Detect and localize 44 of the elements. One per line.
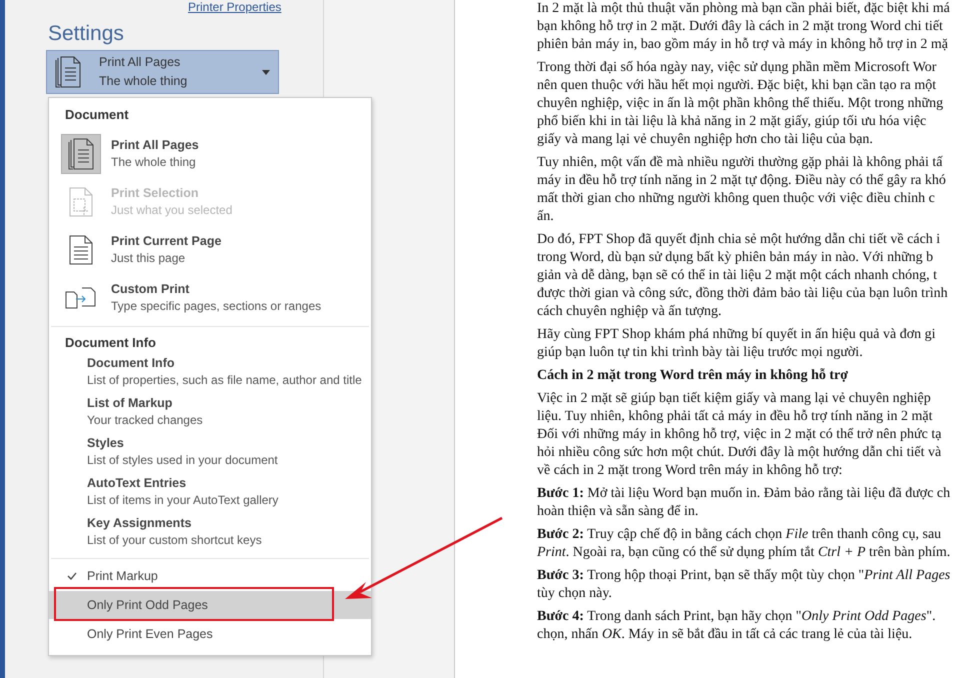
item-title[interactable]: List of Markup [87,395,371,412]
selection-page-icon [69,187,93,217]
paragraph: Trong thời đại số hóa ngày nay, việc sử dụng phần mềm Microsoft Wor nên quen thuộc với hầu hết mọi người. Đặc biệt, khi bạn cần tạo ra một chuyên nghiệp, việc in ấn là một phần không thể thiếu. Một trong những phổ biến khi in tài liệu là khả năng in 2 mặt giấy, giúp tối ưu hóa việc giấy và mang lại vẻ chuyên nghiệp hơn cho tài liệu của bạn. [537,59,944,149]
paragraph: Tuy nhiên, một vấn đề mà nhiều người thường gặp phải là không phải tấ máy in đều hỗ trợ tính năng in 2 mặt tự động. Điều này có thể gây ra khó mất thời gian cho những người không quen thuộc với việc điều chỉnh c ấn. [537,154,947,226]
item-description: List of styles used in your document [87,452,279,469]
item-description: Your tracked changes [87,412,204,429]
paragraph: Việc in 2 mặt sẽ giúp bạn tiết kiệm giấy và mang lại vẻ chuyên nghiệp liệu. Tuy nhiên, không phải tất cả máy in đều hỗ trợ tính năng in 2 mặt Đối với những máy in không hỗ trợ, việc in 2 mặt có thể trở nên phức tạ hỏi nhiều công sức hơn một chút. Dưới đây là một hướng dẫn chi tiết và về cách in 2 mặt trong Word trên máy in không hỗ trợ: [537,390,942,480]
pages-icon [68,138,94,170]
item-title: Print Selection [111,185,200,202]
menu-item[interactable]: Print Current Page Just this page [49,226,371,274]
menu-item[interactable]: Custom Print Type specific pages, sections or ranges [49,274,371,322]
item-title[interactable]: Document Info [87,355,371,372]
print-range-dropdown[interactable]: Print All Pages The whole thing [46,50,279,94]
item-description: List of items in your AutoText gallery [87,492,280,509]
item-title: Print All Pages [111,137,199,154]
item-title[interactable]: Styles [87,435,371,452]
custom-pages-icon [65,286,97,310]
item-description: Just this page [111,250,186,267]
item-description: Just what you selected [111,202,232,219]
section-heading: Document [64,106,130,124]
paragraph: Bước 4: Trong danh sách Print, bạn hãy chọn "Only Print Odd Pages". chọn, nhấn OK. Máy in sẽ bắt đầu in tất cả các trang lẻ của tài liệu. [537,608,937,644]
menu-item[interactable]: Print All Pages The whole thing [49,130,371,178]
item-title[interactable]: Key Assignments [87,515,371,532]
section-heading: Cách in 2 mặt trong Word trên máy in không hỗ trợ [537,367,849,385]
item-title: Print Current Page [111,233,222,250]
paragraph: Bước 1: Mở tài liệu Word bạn muốn in. Đảm bảo rằng tài liệu đã được ch hoàn thiện và sẵn sàng để in. [537,485,952,521]
paragraph: Bước 3: Trong hộp thoại Print, bạn sẽ thấy một tùy chọn "Print All Pages tùy chọn này. [537,567,952,603]
pages-icon [55,56,81,88]
item-title: Custom Print [111,281,190,298]
menu-option[interactable]: Only Print Even Pages [49,621,371,647]
item-description: List of properties, such as file name, author and title [87,372,363,389]
item-description: The whole thing [111,154,197,171]
item-description: List of your custom shortcut keys [87,532,263,549]
item-title[interactable]: AutoText Entries [87,475,371,492]
paragraph: In 2 mặt là một thủ thuật văn phòng mà bạn cần phải biết, đặc biệt khi má bạn không hỗ trợ in 2 mặt. Dưới đây là cách in 2 mặt trong Word chi tiết phiên bản máy in, bao gồm máy in hỗ trợ và máy in không hỗ trợ in 2 mặ [537,0,951,54]
printer-properties-link[interactable]: Printer Properties [188,0,282,14]
section-heading: Document Info [64,334,157,352]
paragraph: Hãy cùng FPT Shop khám phá những bí quyết in ấn hiệu quả và đơn gi giúp bạn luôn tự tin khi trình bày tài liệu trước mọi người. [537,326,937,362]
settings-heading: Settings [48,22,125,46]
page-icon [69,235,93,265]
paragraph: Do đó, FPT Shop đã quyết định chia sẻ một hướng dẫn chi tiết về cách i trong Word, dù bạn sử dụng bất kỳ phiên bản máy in nào. Với những b giản và dễ dàng, bạn sẽ có thể in tài liệu 2 mặt một cách nhanh chóng, t được thời gian và công sức, đồng thời đảm bảo tài liệu của bạn luôn trình cách chuyên nghiệp và ấn tượng. [537,231,949,321]
item-description: Type specific pages, sections or ranges [111,298,322,315]
menu-option[interactable]: Print Markup [49,563,371,589]
paragraph: Bước 2: Truy cập chế độ in bằng cách chọn File trên thanh công cụ, sau Print. Ngoài ra, bạn cũng có thể sử dụng phím tắt Ctrl + P trên bàn phím. [537,526,952,562]
